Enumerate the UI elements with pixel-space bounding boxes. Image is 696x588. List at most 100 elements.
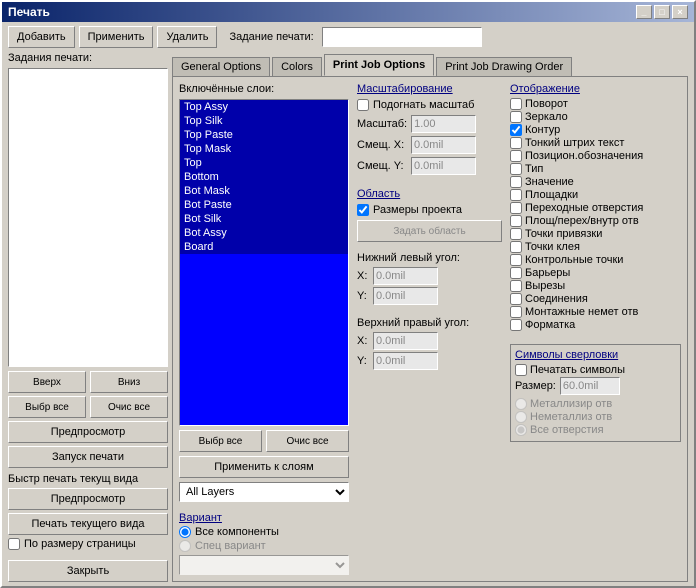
close-button[interactable]: Закрыть <box>8 560 168 582</box>
all-components-radio[interactable] <box>179 526 191 538</box>
display-checkbox-0[interactable] <box>510 98 522 110</box>
offset-y-input[interactable] <box>411 157 476 175</box>
drill-size-input[interactable] <box>560 377 620 395</box>
layer-top-paste[interactable]: Top Paste <box>180 128 348 142</box>
job-label: Задание печати: <box>229 31 313 43</box>
close-button[interactable]: × <box>672 5 688 19</box>
metal-label: Металлизир отв <box>530 398 612 410</box>
tab-print-job-options[interactable]: Print Job Options <box>324 54 434 76</box>
display-checkbox-15[interactable] <box>510 293 522 305</box>
layer-bottom[interactable]: Bottom <box>180 170 348 184</box>
layer-bot-silk[interactable]: Bot Silk <box>180 212 348 226</box>
display-checkbox-16[interactable] <box>510 306 522 318</box>
offset-y-row: Смещ. Y: <box>357 157 502 175</box>
layer-board[interactable]: Board <box>180 240 348 254</box>
area-section: Область Размеры проекта Задать область <box>357 188 502 242</box>
display-checkbox-13[interactable] <box>510 267 522 279</box>
minimize-button[interactable]: _ <box>636 5 652 19</box>
nav-btn-row: Вверх Вниз <box>8 371 168 393</box>
drill-section: Символы сверловки Печатать символы Разме… <box>510 344 681 442</box>
layer-bot-mask[interactable]: Bot Mask <box>180 184 348 198</box>
right-section: Отображение ПоворотЗеркалоКонтурТонкий ш… <box>510 83 681 575</box>
upper-y-input[interactable] <box>373 352 438 370</box>
add-button[interactable]: Добавить <box>8 26 75 48</box>
display-checkbox-8[interactable] <box>510 202 522 214</box>
jobs-list[interactable] <box>8 68 168 367</box>
fit-page-checkbox[interactable] <box>8 538 20 550</box>
offset-x-input[interactable] <box>411 136 476 154</box>
lower-y-input[interactable] <box>373 287 438 305</box>
layer-top-silk[interactable]: Top Silk <box>180 114 348 128</box>
display-item-6: Значение <box>510 176 681 188</box>
job-input[interactable] <box>322 27 482 47</box>
print-current-button[interactable]: Печать текущего вида <box>8 513 168 535</box>
down-button[interactable]: Вниз <box>90 371 168 393</box>
apply-to-layers-button[interactable]: Применить к слоям <box>179 456 349 478</box>
nonmetal-radio[interactable] <box>515 411 527 423</box>
clear-all-button[interactable]: Очис все <box>90 396 168 418</box>
display-checkbox-7[interactable] <box>510 189 522 201</box>
display-item-11: Точки клея <box>510 241 681 253</box>
all-holes-radio[interactable] <box>515 424 527 436</box>
apply-button[interactable]: Применить <box>79 26 154 48</box>
layer-top-mask[interactable]: Top Mask <box>180 142 348 156</box>
display-checkbox-12[interactable] <box>510 254 522 266</box>
upper-x-input[interactable] <box>373 332 438 350</box>
all-holes-label: Все отверстия <box>530 424 604 436</box>
tab-general[interactable]: General Options <box>172 57 270 77</box>
select-all-button[interactable]: Выбр все <box>8 396 86 418</box>
print-symbols-checkbox[interactable] <box>515 364 527 376</box>
display-checkbox-14[interactable] <box>510 280 522 292</box>
all-layers-dropdown[interactable]: All Layers <box>179 482 349 502</box>
maximize-button[interactable]: □ <box>654 5 670 19</box>
display-checkbox-17[interactable] <box>510 319 522 331</box>
display-checkbox-1[interactable] <box>510 111 522 123</box>
scale-label: Масштаб: <box>357 118 407 130</box>
up-button[interactable]: Вверх <box>8 371 86 393</box>
quick-print-label: Быстр печать текущ вида <box>8 473 168 485</box>
layer-top-assy[interactable]: Top Assy <box>180 100 348 114</box>
display-item-5: Тип <box>510 163 681 175</box>
display-checkbox-10[interactable] <box>510 228 522 240</box>
fit-scale-checkbox[interactable] <box>357 99 369 111</box>
preview2-button[interactable]: Предпросмотр <box>8 488 168 510</box>
display-label-3: Тонкий штрих текст <box>525 137 624 149</box>
display-item-8: Переходные отверстия <box>510 202 681 214</box>
project-size-checkbox[interactable] <box>357 204 369 216</box>
display-item-10: Точки привязки <box>510 228 681 240</box>
delete-button[interactable]: Удалить <box>157 26 217 48</box>
layers-list[interactable]: Top Assy Top Silk Top Paste Top Mask Top… <box>179 99 349 426</box>
lower-y-row: Y: <box>357 287 502 305</box>
display-checkbox-11[interactable] <box>510 241 522 253</box>
display-checkbox-4[interactable] <box>510 150 522 162</box>
display-checkbox-5[interactable] <box>510 163 522 175</box>
variant-dropdown[interactable] <box>179 555 349 575</box>
layers-clear-all[interactable]: Очис все <box>266 430 349 452</box>
display-checkbox-3[interactable] <box>510 137 522 149</box>
special-radio[interactable] <box>179 540 191 552</box>
scale-input[interactable] <box>411 115 476 133</box>
run-print-button[interactable]: Запуск печати <box>8 446 168 468</box>
display-checkbox-6[interactable] <box>510 176 522 188</box>
tab-colors[interactable]: Colors <box>272 57 322 77</box>
metal-radio[interactable] <box>515 398 527 410</box>
drill-size-label: Размер: <box>515 380 556 392</box>
lower-x-input[interactable] <box>373 267 438 285</box>
tab-drawing-order[interactable]: Print Job Drawing Order <box>436 57 572 77</box>
offset-x-label: Смещ. X: <box>357 139 407 151</box>
project-size-row: Размеры проекта <box>357 204 502 216</box>
variant-dropdown-row <box>179 555 349 575</box>
layer-bot-assy[interactable]: Bot Assy <box>180 226 348 240</box>
layer-top[interactable]: Top <box>180 156 348 170</box>
set-area-button[interactable]: Задать область <box>357 220 502 242</box>
display-checkbox-2[interactable] <box>510 124 522 136</box>
layer-bot-paste[interactable]: Bot Paste <box>180 198 348 212</box>
display-checkbox-9[interactable] <box>510 215 522 227</box>
lower-x-row: X: <box>357 267 502 285</box>
print-symbols-label: Печатать символы <box>530 364 625 376</box>
top-toolbar: Добавить Применить Удалить Задание печат… <box>8 26 688 48</box>
all-components-label: Все компоненты <box>195 526 279 538</box>
preview-button[interactable]: Предпросмотр <box>8 421 168 443</box>
layers-select-all[interactable]: Выбр все <box>179 430 262 452</box>
display-label-13: Барьеры <box>525 267 570 279</box>
